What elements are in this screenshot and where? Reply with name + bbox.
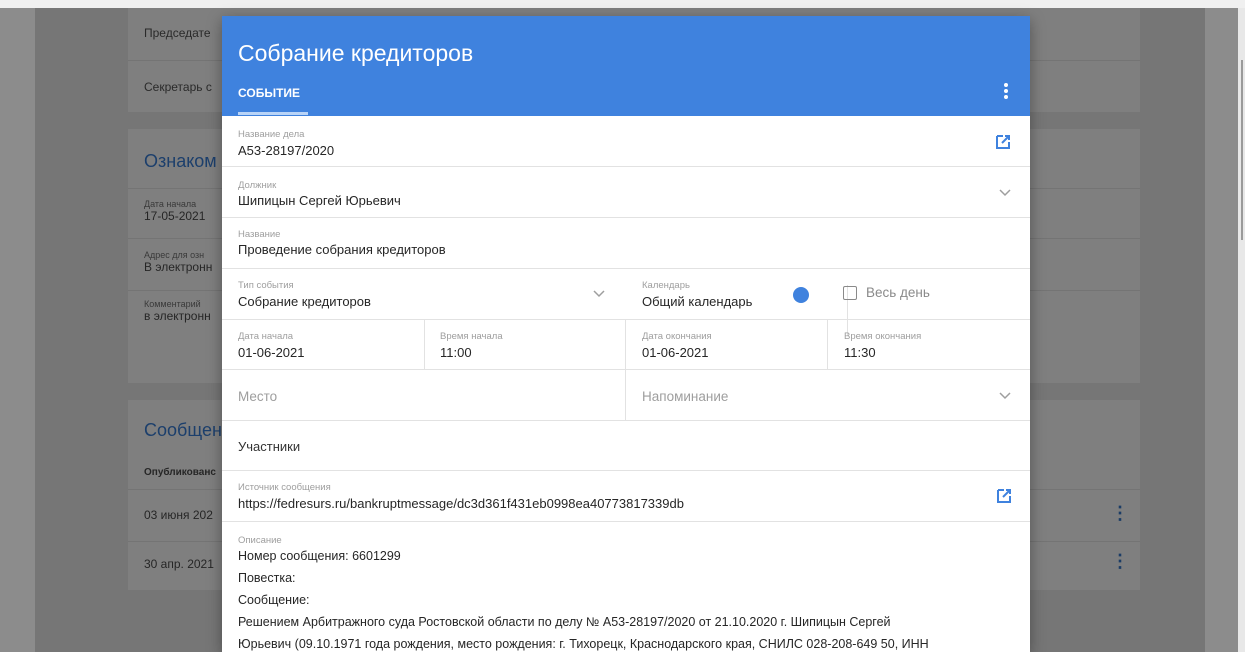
background-field-label: Дата начала: [144, 199, 197, 209]
event-type-select[interactable]: Тип события Собрание кредиторов: [222, 269, 625, 320]
background-table-header: Опубликованс: [144, 467, 216, 478]
calendar-select[interactable]: Календарь Общий календарь: [626, 269, 828, 320]
description-line: Юрьевич (09.10.1971 года рождения, место…: [238, 637, 929, 651]
event-dialog: Собрание кредиторов СОБЫТИЕ Название дел…: [222, 16, 1030, 652]
place-placeholder: Место: [238, 389, 278, 404]
background-field-value: 17-05-2021: [144, 209, 206, 223]
background-table-cell: 03 июня 202: [144, 508, 213, 522]
debtor-value: Шипицын Сергей Юрьевич: [238, 193, 401, 208]
tab-event[interactable]: СОБЫТИЕ: [238, 86, 300, 100]
end-date-field[interactable]: Дата окончания 01-06-2021: [626, 320, 828, 370]
participants-field[interactable]: Участники: [222, 421, 1030, 471]
name-label: Название: [238, 229, 281, 240]
source-label: Источник сообщения: [238, 482, 331, 493]
description-field[interactable]: Описание Номер сообщения: 6601299 Повест…: [222, 522, 1030, 652]
calendar-color-dot: [793, 287, 809, 303]
start-time-field[interactable]: Время начала 11:00: [424, 320, 626, 370]
end-time-label: Время окончания: [844, 331, 922, 342]
description-line: Повестка:: [238, 571, 296, 585]
all-day-checkbox[interactable]: [843, 286, 857, 300]
all-day-label: Весь день: [866, 285, 930, 300]
reminder-placeholder: Напоминание: [642, 389, 729, 404]
all-day-field[interactable]: Весь день: [828, 269, 1030, 320]
calendar-value: Общий календарь: [642, 294, 753, 309]
end-date-label: Дата окончания: [642, 331, 712, 342]
start-time-label: Время начала: [440, 331, 503, 342]
source-field[interactable]: Источник сообщения https://fedresurs.ru/…: [222, 471, 1030, 522]
background-table-cell: 30 апр. 2021: [144, 557, 214, 571]
background-card-title: Ознаком: [144, 151, 217, 171]
scrollbar-thumb[interactable]: [1241, 60, 1243, 240]
description-label: Описание: [238, 535, 282, 546]
case-value: А53-28197/2020: [238, 143, 335, 158]
place-input[interactable]: Место: [222, 370, 625, 421]
open-external-icon[interactable]: [993, 132, 1013, 152]
case-label: Название дела: [238, 129, 305, 140]
dialog-title: Собрание кредиторов: [238, 40, 474, 66]
dialog-header: Собрание кредиторов СОБЫТИЕ: [222, 16, 1030, 116]
calendar-label: Календарь: [642, 280, 690, 291]
description-line: Сообщение:: [238, 593, 310, 607]
background-field-value: В электронн: [144, 260, 213, 274]
top-bar: [0, 0, 1245, 8]
background-card-title: Сообщен: [144, 420, 222, 440]
event-type-label: Тип события: [238, 280, 294, 291]
chevron-down-icon[interactable]: [998, 391, 1012, 401]
background-field-label: Адрес для озн: [144, 250, 205, 260]
start-date-field[interactable]: Дата начала 01-06-2021: [222, 320, 424, 370]
reminder-select[interactable]: Напоминание: [626, 370, 1030, 421]
background-row-label: Секретарь с: [144, 80, 212, 94]
active-tab-indicator: [238, 112, 308, 115]
end-date-value: 01-06-2021: [642, 345, 709, 360]
name-field[interactable]: Название Проведение собрания кредиторов: [222, 218, 1030, 269]
start-time-value: 11:00: [440, 345, 472, 360]
participants-label: Участники: [238, 439, 301, 454]
debtor-label: Должник: [238, 180, 277, 191]
debtor-select[interactable]: Должник Шипицын Сергей Юрьевич: [222, 167, 1030, 218]
end-time-value: 11:30: [844, 345, 876, 360]
chevron-down-icon[interactable]: [998, 188, 1012, 198]
background-row-label: Председате: [144, 26, 211, 40]
background-field-label: Комментарий: [144, 299, 201, 309]
row-menu-icon[interactable]: ⋮: [1111, 504, 1129, 522]
more-options-icon[interactable]: [1000, 82, 1012, 102]
description-line: Номер сообщения: 6601299: [238, 549, 401, 563]
name-value: Проведение собрания кредиторов: [238, 242, 446, 257]
case-field[interactable]: Название дела А53-28197/2020: [222, 116, 1030, 167]
description-line: Решением Арбитражного суда Ростовской об…: [238, 615, 891, 629]
end-time-field[interactable]: Время окончания 11:30: [828, 320, 1030, 370]
event-type-value: Собрание кредиторов: [238, 294, 371, 309]
chevron-down-icon[interactable]: [592, 289, 606, 299]
background-field-value: в электронн: [144, 309, 211, 323]
start-date-label: Дата начала: [238, 331, 294, 342]
source-value: https://fedresurs.ru/bankruptmessage/dc3…: [238, 496, 684, 511]
start-date-value: 01-06-2021: [238, 345, 305, 360]
row-menu-icon[interactable]: ⋮: [1111, 552, 1129, 570]
open-external-icon[interactable]: [994, 486, 1014, 506]
